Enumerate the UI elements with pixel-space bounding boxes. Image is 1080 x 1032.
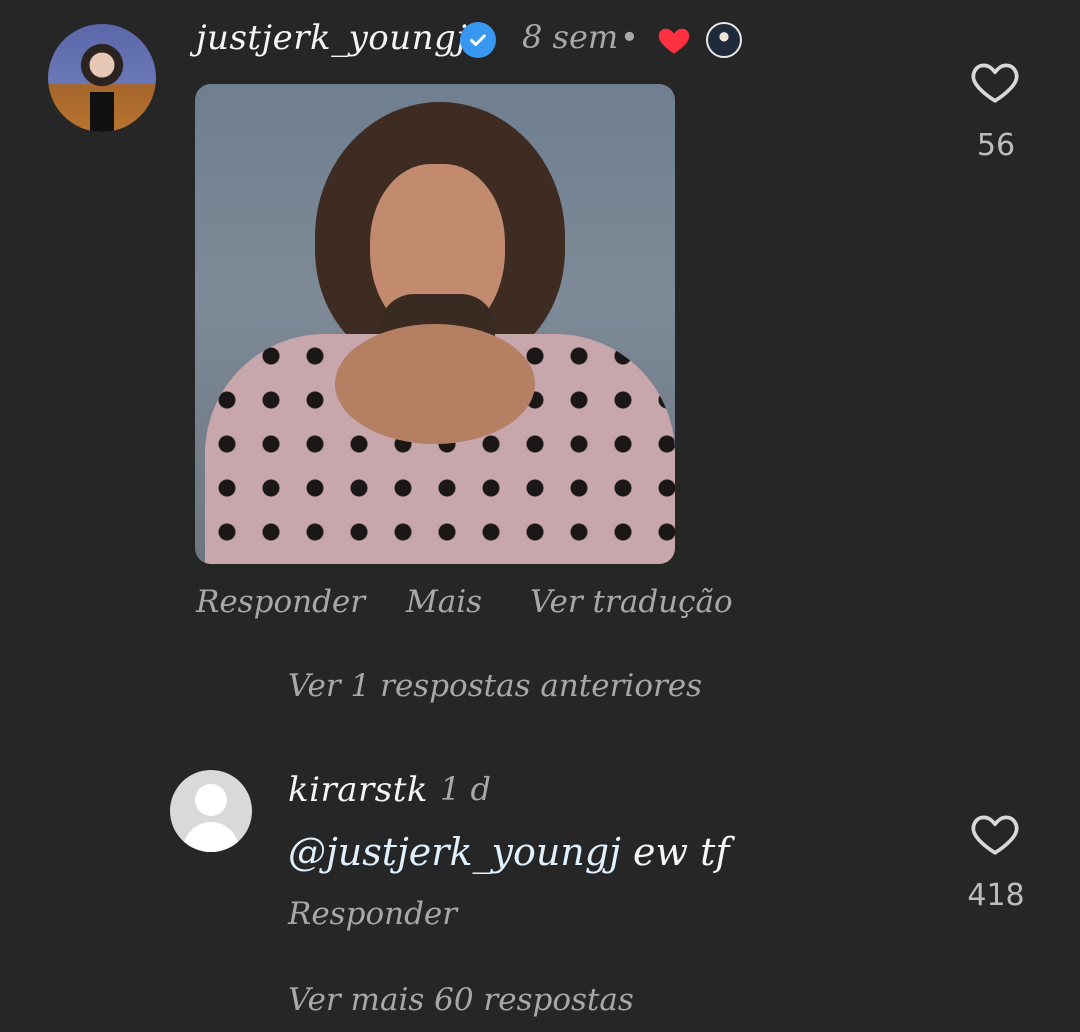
red-heart-reaction-icon [656, 22, 692, 58]
photo-hands [335, 324, 535, 444]
like-count: 56 [976, 128, 1016, 163]
reply-username[interactable]: kirarstk [288, 770, 428, 810]
view-more-replies[interactable]: Ver mais 60 respostas [288, 982, 634, 1018]
more-button[interactable]: Mais [406, 584, 482, 620]
reply-button[interactable]: Responder [196, 584, 365, 620]
comment-username[interactable]: justjerk_youngj [196, 18, 467, 58]
avatar-justjerk[interactable] [48, 24, 156, 132]
reply-body: ew tf [620, 830, 730, 874]
like-heart-icon[interactable] [970, 810, 1020, 860]
avatar-head [195, 784, 227, 816]
reply-time: 1 d [440, 770, 492, 808]
reply-text: @justjerk_youngj ew tf [288, 830, 729, 874]
comment-photo [195, 84, 675, 564]
reacting-user-avatar [706, 22, 742, 58]
like-heart-icon[interactable] [970, 58, 1020, 108]
mention-link[interactable]: @justjerk_youngj [288, 830, 621, 874]
view-previous-replies[interactable]: Ver 1 respostas anteriores [288, 668, 702, 704]
avatar-body [183, 822, 239, 852]
reply-reply-button[interactable]: Responder [288, 896, 457, 932]
verified-badge-icon [460, 22, 496, 58]
reply-like-count: 418 [967, 878, 1025, 913]
avatar-kirarstk[interactable] [170, 770, 252, 852]
meta-dot: • [620, 18, 639, 56]
comment-time: 8 sem [522, 18, 619, 56]
translate-button[interactable]: Ver tradução [530, 584, 733, 620]
